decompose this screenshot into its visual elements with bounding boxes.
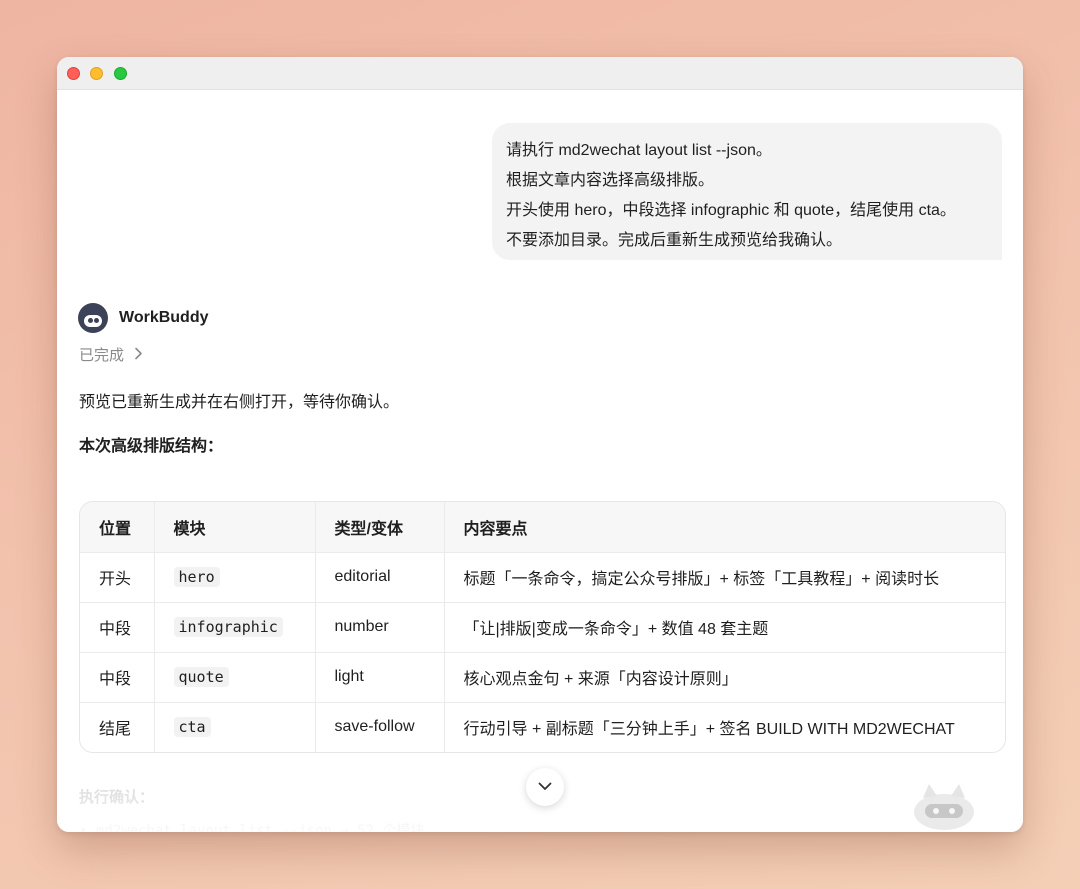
cell-position: 结尾	[80, 702, 155, 752]
minimize-window-button[interactable]	[90, 67, 103, 80]
column-header-variant: 类型/变体	[315, 502, 445, 553]
task-status-label: 已完成	[79, 347, 125, 364]
column-header-points: 内容要点	[444, 502, 1005, 553]
cell-points: 标题「一条命令，搞定公众号排版」+ 标签「工具教程」+ 阅读时长	[444, 552, 1005, 603]
exec-confirm-line: • md2wechat layout list --json → 52 个模块	[79, 823, 425, 832]
cell-points: 「让|排版|变成一条命令」+ 数值 48 套主题	[444, 602, 1005, 653]
mascot-icon	[914, 784, 974, 830]
chat-area: 请执行 md2wechat layout list --json。 根据文章内容…	[57, 90, 1023, 832]
module-code: cta	[173, 716, 211, 737]
user-message-line: 不要添加目录。完成后重新生成预览给我确认。	[506, 232, 843, 249]
user-message-line: 根据文章内容选择高级排版。	[506, 172, 715, 189]
avatar-eye-icon	[94, 318, 99, 323]
table-row: 中段 infographic number 「让|排版|变成一条命令」+ 数值 …	[80, 602, 1005, 653]
app-window: 请执行 md2wechat layout list --json。 根据文章内容…	[57, 57, 1023, 832]
close-window-button[interactable]	[67, 67, 80, 80]
user-message-line: 开头使用 hero，中段选择 infographic 和 quote，结尾使用 …	[506, 202, 956, 219]
cell-position: 开头	[80, 552, 155, 603]
agent-intro-text: 预览已重新生成并在右侧打开，等待你确认。	[79, 394, 400, 411]
agent-header: WorkBuddy	[78, 302, 208, 334]
cell-variant: number	[315, 602, 445, 653]
cell-variant: editorial	[315, 552, 445, 603]
chevron-right-icon	[134, 347, 143, 363]
table-row: 开头 hero editorial 标题「一条命令，搞定公众号排版」+ 标签「工…	[80, 552, 1005, 603]
cell-variant: save-follow	[315, 702, 445, 752]
user-message-line: 请执行 md2wechat layout list --json。	[506, 142, 772, 159]
table-row: 中段 quote light 核心观点金句 + 来源「内容设计原则」	[80, 652, 1005, 703]
column-header-module: 模块	[154, 502, 316, 553]
table-header-row: 位置 模块 类型/变体 内容要点	[80, 502, 1005, 553]
module-code: hero	[173, 566, 220, 587]
module-code: quote	[173, 666, 229, 687]
section-title: 本次高级排版结构：	[79, 438, 224, 455]
module-code: infographic	[173, 616, 283, 637]
avatar-face-icon	[84, 315, 102, 327]
cell-module: quote	[154, 652, 316, 703]
column-header-position: 位置	[80, 502, 155, 553]
zoom-window-button[interactable]	[114, 67, 127, 80]
agent-avatar	[78, 303, 108, 333]
exec-confirm-title: 执行确认：	[79, 789, 155, 806]
cell-points: 核心观点金句 + 来源「内容设计原则」	[444, 652, 1005, 703]
cell-module: cta	[154, 702, 316, 752]
user-message-bubble: 请执行 md2wechat layout list --json。 根据文章内容…	[492, 123, 1002, 260]
cell-position: 中段	[80, 652, 155, 703]
agent-name: WorkBuddy	[119, 309, 209, 326]
cell-variant: light	[315, 652, 445, 703]
layout-structure-table: 位置 模块 类型/变体 内容要点 开头 hero editorial 标题「一条…	[79, 501, 1006, 753]
scroll-to-bottom-button[interactable]	[526, 768, 564, 806]
avatar-eye-icon	[88, 318, 93, 323]
table-row: 结尾 cta save-follow 行动引导 + 副标题「三分钟上手」+ 签名…	[80, 702, 1005, 752]
title-bar	[57, 57, 1023, 90]
chevron-down-icon	[538, 778, 552, 796]
cell-module: hero	[154, 552, 316, 603]
cell-module: infographic	[154, 602, 316, 653]
cell-position: 中段	[80, 602, 155, 653]
task-status-toggle[interactable]: 已完成	[79, 344, 143, 365]
cell-points: 行动引导 + 副标题「三分钟上手」+ 签名 BUILD WITH MD2WECH…	[463, 721, 955, 739]
